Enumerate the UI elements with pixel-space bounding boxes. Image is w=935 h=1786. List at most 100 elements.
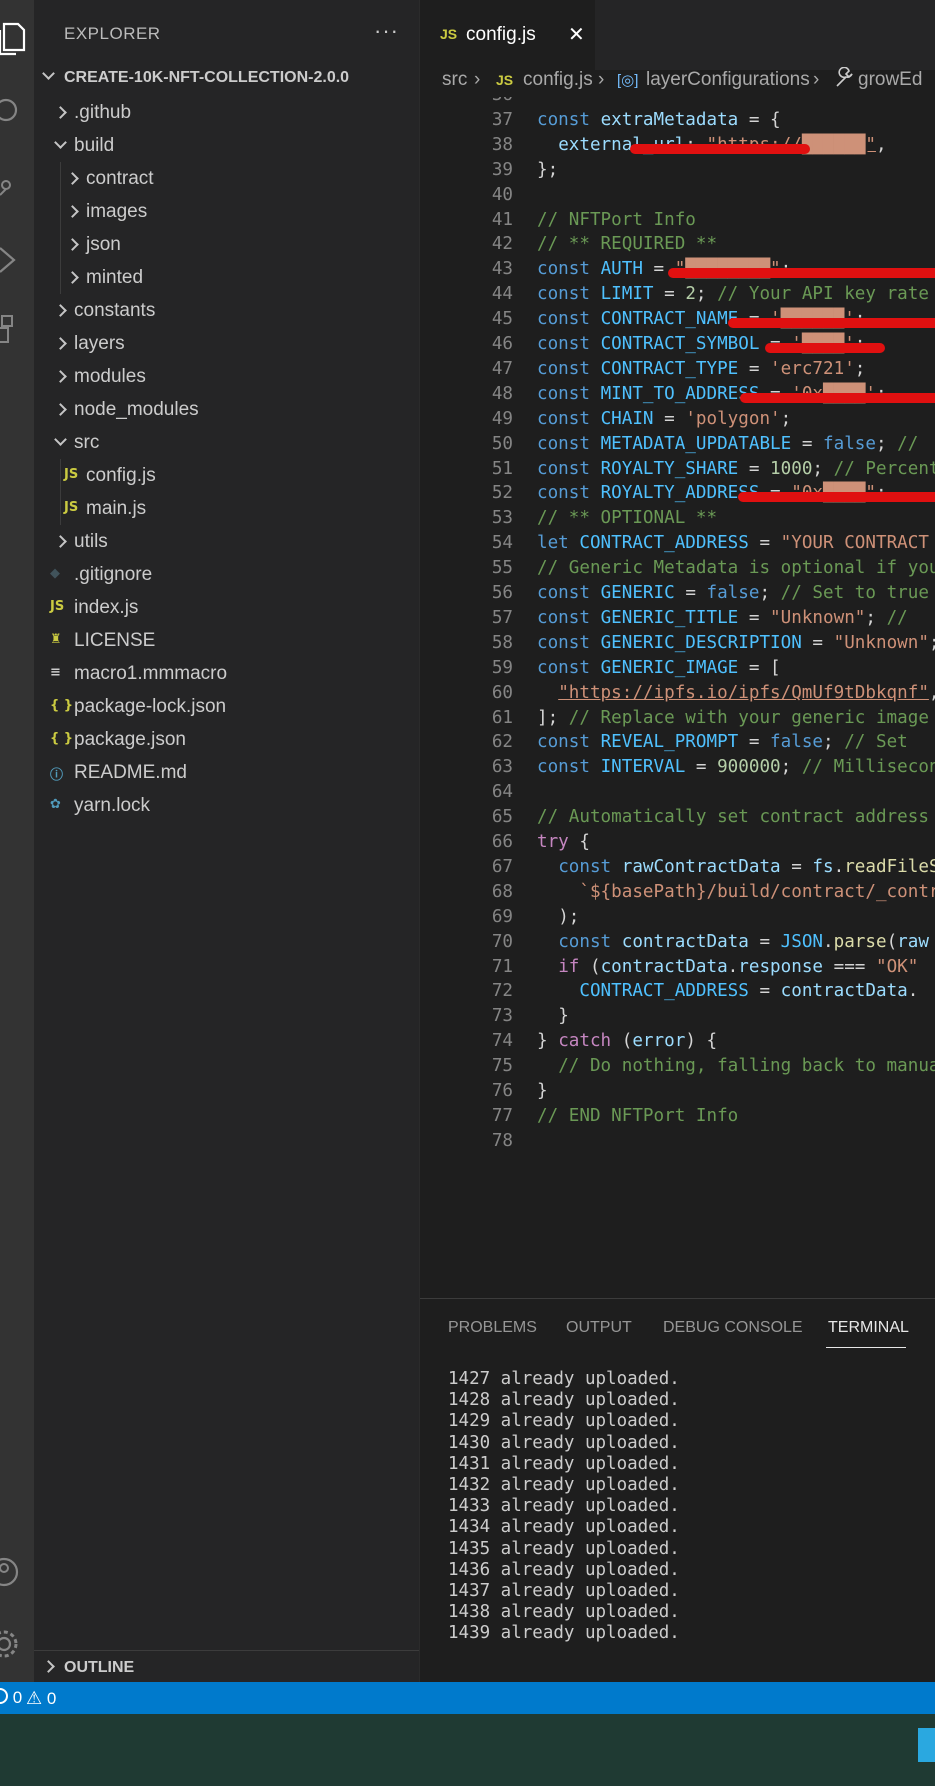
line-number: 37	[491, 109, 513, 130]
tree-item-label: index.js	[74, 597, 139, 618]
account-icon[interactable]	[0, 1552, 34, 1592]
indent-guide	[60, 261, 61, 294]
terminal-line: 1433 already uploaded.	[448, 1496, 680, 1517]
tree-folder[interactable]: modules	[34, 360, 419, 393]
more-actions-button[interactable]: ···	[374, 18, 399, 44]
js-file-icon: JS	[50, 599, 65, 614]
tree-item-label: minted	[86, 267, 144, 288]
tree-file[interactable]: ◆ .gitignore	[34, 558, 419, 591]
terminal-line: 1428 already uploaded.	[448, 1390, 680, 1411]
outline-section[interactable]: OUTLINE	[34, 1650, 419, 1683]
settings-gear-icon[interactable]	[0, 1624, 34, 1664]
tree-file[interactable]: ⓘ README.md	[34, 756, 419, 789]
tree-file[interactable]: ≡ macro1.mmmacro	[34, 657, 419, 690]
extensions-icon[interactable]	[0, 310, 34, 350]
tab-output[interactable]: OUTPUT	[566, 1319, 632, 1337]
workspace-root-label: CREATE-10K-NFT-COLLECTION-2.0.0	[64, 69, 350, 86]
info-file-icon: ⓘ	[50, 768, 64, 783]
line-number: 43	[491, 259, 513, 280]
tree-folder[interactable]: src	[34, 426, 419, 459]
line-number: 71	[491, 956, 513, 977]
code-text: `${basePath}/build/contract/_contract	[579, 881, 935, 902]
tree-file[interactable]: JS config.js	[34, 459, 419, 492]
redaction-mark	[668, 268, 935, 279]
breadcrumb-grow-editions[interactable]: growEd	[858, 69, 922, 91]
breadcrumb-config-js[interactable]: config.js	[523, 69, 593, 91]
code-text: const ROYALTY_SHARE = 1000; // Percentag…	[537, 458, 935, 479]
tree-folder[interactable]: layers	[34, 327, 419, 360]
breadcrumb-separator: ›	[598, 69, 605, 90]
search-icon[interactable]	[0, 90, 34, 130]
errors-count[interactable]: 0	[0, 1688, 22, 1708]
line-number: 66	[491, 832, 513, 852]
tree-file[interactable]: JS main.js	[34, 492, 419, 525]
tree-file[interactable]: { } package-lock.json	[34, 690, 419, 723]
code-text: const CONTRACT_TYPE = 'erc721';	[537, 358, 866, 379]
line-number: 51	[491, 458, 513, 479]
tree-folder[interactable]: images	[34, 195, 419, 228]
code-editor[interactable]: 3637const extraMetadata = {38 external_u…	[420, 97, 935, 1298]
js-file-icon: JS	[64, 467, 79, 482]
workspace-root-folder[interactable]: CREATE-10K-NFT-COLLECTION-2.0.0	[34, 63, 419, 93]
explorer-icon[interactable]	[0, 18, 34, 58]
chevron-right-icon	[66, 271, 79, 284]
chevron-right-icon	[54, 106, 67, 119]
tree-folder[interactable]: constants	[34, 294, 419, 327]
line-number: 69	[491, 906, 513, 927]
indent-guide	[60, 162, 61, 195]
indent-guide	[60, 195, 61, 228]
tab-terminal[interactable]: TERMINAL	[828, 1319, 909, 1337]
breadcrumb-separator: ›	[813, 69, 820, 90]
tree-folder[interactable]: .github	[34, 96, 419, 129]
tree-file[interactable]: JS index.js	[34, 591, 419, 624]
tree-folder[interactable]: minted	[34, 261, 419, 294]
breadcrumb-src[interactable]: src	[442, 69, 467, 91]
tab-debug-console[interactable]: DEBUG CONSOLE	[663, 1319, 803, 1337]
code-text: const METADATA_UPDATABLE = false; //	[537, 433, 919, 454]
line-number: 58	[491, 632, 513, 653]
tree-item-label: json	[86, 234, 121, 255]
chevron-right-icon	[54, 535, 67, 548]
line-number: 55	[491, 558, 513, 579]
tree-folder[interactable]: utils	[34, 525, 419, 558]
source-control-icon[interactable]	[0, 165, 34, 205]
bottom-panel: PROBLEMS OUTPUT DEBUG CONSOLE TERMINAL 1…	[420, 1298, 935, 1683]
tree-folder[interactable]: node_modules	[34, 393, 419, 426]
chevron-right-icon	[54, 304, 67, 317]
tab-config-js[interactable]: JS config.js ✕	[420, 0, 595, 70]
code-text: // END NFTPort Info	[537, 1105, 739, 1126]
code-text: } catch (error) {	[537, 1031, 718, 1052]
run-debug-icon[interactable]	[0, 240, 34, 280]
code-text: try {	[537, 832, 590, 852]
taskbar-app-icon[interactable]	[918, 1728, 935, 1762]
warnings-count[interactable]: ⚠ 0	[26, 1688, 56, 1709]
active-tab-indicator	[826, 1347, 906, 1348]
chevron-down-icon	[54, 433, 67, 446]
line-number: 42	[491, 234, 513, 255]
tree-file[interactable]: ♜ LICENSE	[34, 624, 419, 657]
tree-folder[interactable]: build	[34, 129, 419, 162]
tree-folder[interactable]: json	[34, 228, 419, 261]
code-text: // Generic Metadata is optional if you	[537, 558, 935, 579]
line-number: 39	[491, 159, 513, 180]
code-text: // NFTPort Info	[537, 209, 696, 230]
tab-close-button[interactable]: ✕	[568, 22, 585, 47]
code-text: const GENERIC_DESCRIPTION = "Unknown";	[537, 632, 935, 653]
indent-guide	[60, 228, 61, 261]
tree-item-label: contract	[86, 168, 154, 189]
tree-item-label: modules	[74, 366, 146, 387]
tree-file[interactable]: { } package.json	[34, 723, 419, 756]
terminal-line: 1439 already uploaded.	[448, 1623, 680, 1644]
code-text: const INTERVAL = 900000; // Milliseconds	[537, 757, 935, 778]
tab-problems[interactable]: PROBLEMS	[448, 1319, 537, 1337]
tree-file[interactable]: ✿ yarn.lock	[34, 789, 419, 822]
line-number: 50	[491, 433, 513, 454]
tree-folder[interactable]: contract	[34, 162, 419, 195]
breadcrumb: src › JS config.js › [◎] layerConfigurat…	[420, 65, 935, 97]
line-number: 73	[491, 1006, 513, 1027]
redaction-mark	[765, 343, 885, 353]
vscode-window: EXPLORER ··· CREATE-10K-NFT-COLLECTION-2…	[0, 0, 935, 1786]
breadcrumb-layer-configurations[interactable]: layerConfigurations	[646, 69, 810, 91]
json-file-icon: { }	[50, 698, 74, 713]
git-file-icon: ◆	[50, 566, 60, 581]
